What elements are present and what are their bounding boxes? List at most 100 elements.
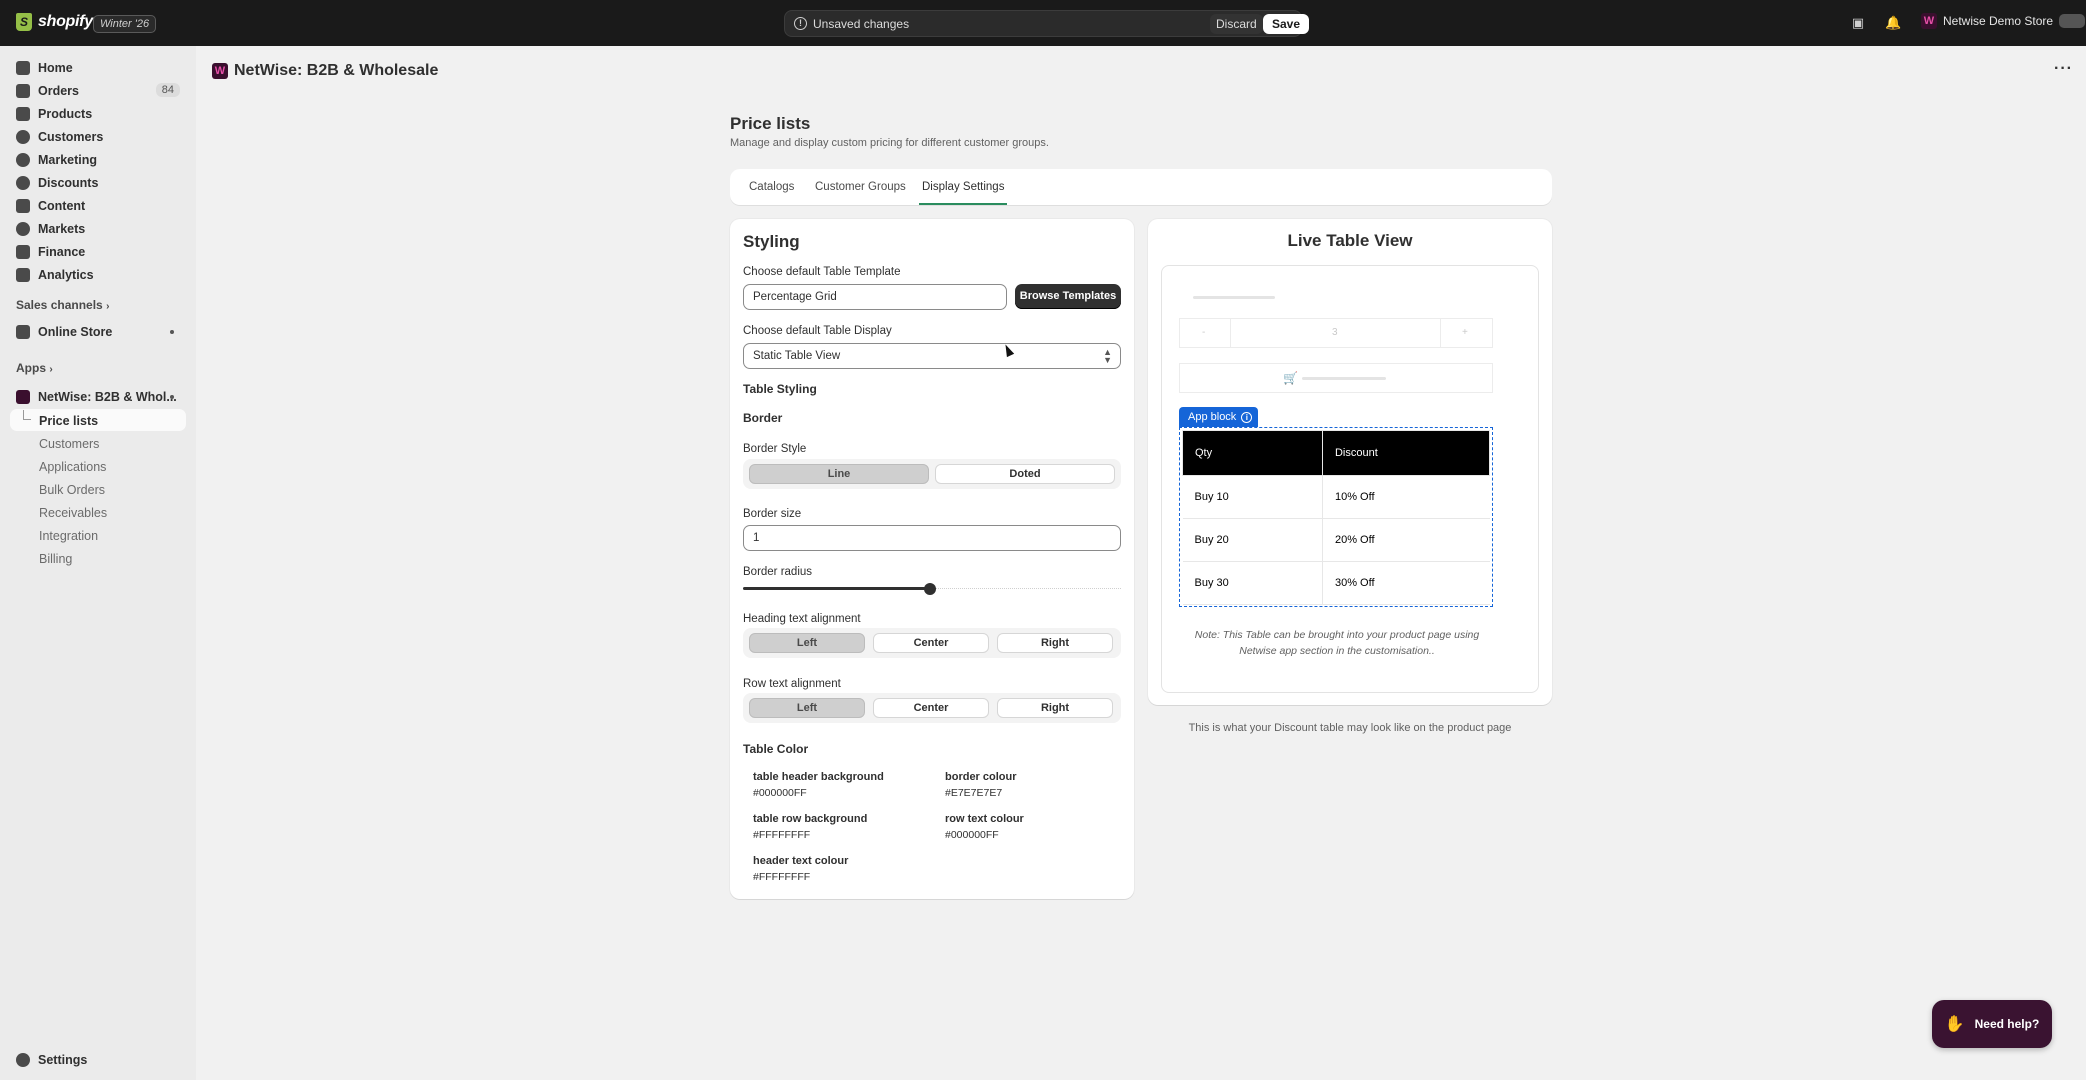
shopify-wordmark: shopify: [38, 13, 93, 30]
sidebar-item-marketing[interactable]: Marketing: [10, 149, 186, 171]
app-block: Qty Discount Buy 10 10% Off Buy 20 20% O…: [1179, 427, 1493, 607]
sidebar-item-finance[interactable]: Finance: [10, 241, 186, 263]
shopify-logo[interactable]: shopify: [16, 13, 93, 31]
discard-button[interactable]: Discard: [1210, 14, 1263, 34]
sidebar-item-orders[interactable]: Orders 84: [10, 80, 186, 102]
need-help-button[interactable]: ✋ Need help?: [1932, 1000, 2052, 1048]
sidebar-subitem-billing[interactable]: Billing: [39, 552, 72, 566]
sidebar-item-label: Settings: [38, 1053, 88, 1067]
row-text-colour-value[interactable]: #000000FF: [945, 829, 999, 841]
more-dot: [170, 395, 174, 399]
sidebar-item-label: Marketing: [38, 153, 98, 167]
warning-icon: !: [794, 17, 807, 30]
chevron-right-icon: ›: [49, 364, 53, 375]
sidebar-item-markets[interactable]: Markets: [10, 218, 186, 240]
table-display-select[interactable]: Static Table View ▲ ▼: [743, 343, 1121, 369]
table-cell: Buy 20: [1182, 518, 1323, 562]
apps-label: Apps: [16, 361, 46, 375]
discount-table: Qty Discount Buy 10 10% Off Buy 20 20% O…: [1182, 430, 1491, 605]
table-row: Buy 10 10% Off: [1182, 475, 1490, 519]
chevron-right-icon: ›: [106, 301, 110, 312]
sidebar-subitem-applications[interactable]: Applications: [39, 460, 106, 474]
sidebar-item-online-store[interactable]: Online Store: [10, 321, 186, 343]
border-size-input[interactable]: 1: [743, 525, 1121, 551]
border-style-doted-button[interactable]: Doted: [935, 464, 1115, 484]
store-icon[interactable]: ▣: [1850, 15, 1866, 31]
sidebar-item-discounts[interactable]: Discounts: [10, 172, 186, 194]
border-style-line-button[interactable]: Line: [749, 464, 929, 484]
display-label: Choose default Table Display: [743, 325, 892, 337]
sidebar-item-products[interactable]: Products: [10, 103, 186, 125]
app-title-text: NetWise: B2B & Wholesale: [234, 62, 439, 79]
heading-align-center-button[interactable]: Center: [873, 633, 989, 653]
save-button[interactable]: Save: [1263, 14, 1310, 34]
tab-customer-groups[interactable]: Customer Groups: [815, 169, 906, 205]
sidebar-item-customers[interactable]: Customers: [10, 126, 186, 148]
header-text-colour-label[interactable]: header text colour: [753, 855, 848, 867]
template-input[interactable]: Percentage Grid: [743, 284, 1007, 310]
row-text-colour-label[interactable]: row text colour: [945, 813, 1024, 825]
app-block-tag: App block i: [1179, 407, 1259, 427]
more-actions-icon[interactable]: ···: [2054, 60, 2073, 78]
sidebar-item-label: Customers: [38, 130, 104, 144]
header-bg-value[interactable]: #000000FF: [753, 787, 807, 799]
tab-catalogs[interactable]: Catalogs: [749, 169, 794, 205]
bell-icon[interactable]: 🔔: [1885, 15, 1901, 31]
table-row: Buy 30 30% Off: [1182, 561, 1490, 605]
table-cell: 30% Off: [1321, 561, 1490, 605]
border-colour-value[interactable]: #E7E7E7E7: [945, 787, 1002, 799]
app-block-label: App block: [1188, 411, 1237, 423]
sidebar-item-label: Markets: [38, 222, 86, 236]
border-heading: Border: [743, 411, 783, 425]
wave-hand-icon: ✋: [1944, 1016, 1965, 1033]
sidebar-item-label: Home: [38, 61, 73, 75]
edition-badge: Winter '26: [93, 15, 157, 33]
border-colour-label[interactable]: border colour: [945, 771, 1017, 783]
row-bg-value[interactable]: #FFFFFFFF: [753, 829, 810, 841]
sidebar-item-netwise-app[interactable]: NetWise: B2B & Whol...: [10, 386, 186, 408]
content-icon: [16, 199, 30, 213]
row-align-center-button[interactable]: Center: [873, 698, 989, 718]
sidebar-subitem-bulk-orders[interactable]: Bulk Orders: [39, 483, 105, 497]
person-icon: [16, 130, 30, 144]
border-style-label: Border Style: [743, 443, 807, 455]
border-size-label: Border size: [743, 508, 802, 520]
sidebar-subitem-receivables[interactable]: Receivables: [39, 506, 107, 520]
sidebar-item-label: Online Store: [38, 325, 113, 339]
row-align-left-button[interactable]: Left: [749, 698, 865, 718]
heading-align-label: Heading text alignment: [743, 613, 861, 625]
online-store-icon: [16, 325, 30, 339]
row-bg-label[interactable]: table row background: [753, 813, 867, 825]
netwise-logo-icon: W: [1921, 13, 1937, 29]
border-radius-slider-thumb[interactable]: [924, 583, 936, 595]
sales-channels-heading[interactable]: Sales channels ›: [16, 298, 109, 312]
sidebar-item-label: Discounts: [38, 176, 99, 190]
store-menu[interactable]: W Netwise Demo Store: [1921, 13, 2086, 29]
sidebar-subitem-integration[interactable]: Integration: [39, 529, 98, 543]
sidebar-item-content[interactable]: Content: [10, 195, 186, 217]
qty-value: 3: [1332, 327, 1338, 338]
sidebar-item-settings[interactable]: Settings: [10, 1049, 186, 1071]
table-row: Buy 20 20% Off: [1182, 518, 1490, 562]
browse-templates-button[interactable]: Browse Templates: [1015, 284, 1121, 309]
tab-display-settings[interactable]: Display Settings: [918, 169, 1008, 205]
apps-heading[interactable]: Apps ›: [16, 361, 53, 375]
sidebar-subitem-customers[interactable]: Customers: [39, 437, 99, 451]
placeholder-line: [1302, 377, 1386, 380]
netwise-app-icon: [16, 390, 30, 404]
sidebar-item-home[interactable]: Home: [10, 57, 186, 79]
page-subtitle: Manage and display custom pricing for di…: [730, 137, 1049, 149]
header-bg-label[interactable]: table header background: [753, 771, 884, 783]
unsaved-changes-bar: ! Unsaved changes Discard Save: [784, 10, 1310, 37]
heading-align-right-button[interactable]: Right: [997, 633, 1113, 653]
bank-icon: [16, 245, 30, 259]
row-align-right-button[interactable]: Right: [997, 698, 1113, 718]
sidebar-item-label: Orders: [38, 84, 79, 98]
template-label: Choose default Table Template: [743, 266, 901, 278]
table-cell: Buy 10: [1182, 475, 1323, 519]
sidebar-item-analytics[interactable]: Analytics: [10, 264, 186, 286]
sidebar-subitem-price-lists[interactable]: Price lists: [39, 414, 98, 428]
header-text-colour-value[interactable]: #FFFFFFFF: [753, 871, 810, 883]
heading-align-left-button[interactable]: Left: [749, 633, 865, 653]
gear-icon: [16, 1053, 30, 1067]
